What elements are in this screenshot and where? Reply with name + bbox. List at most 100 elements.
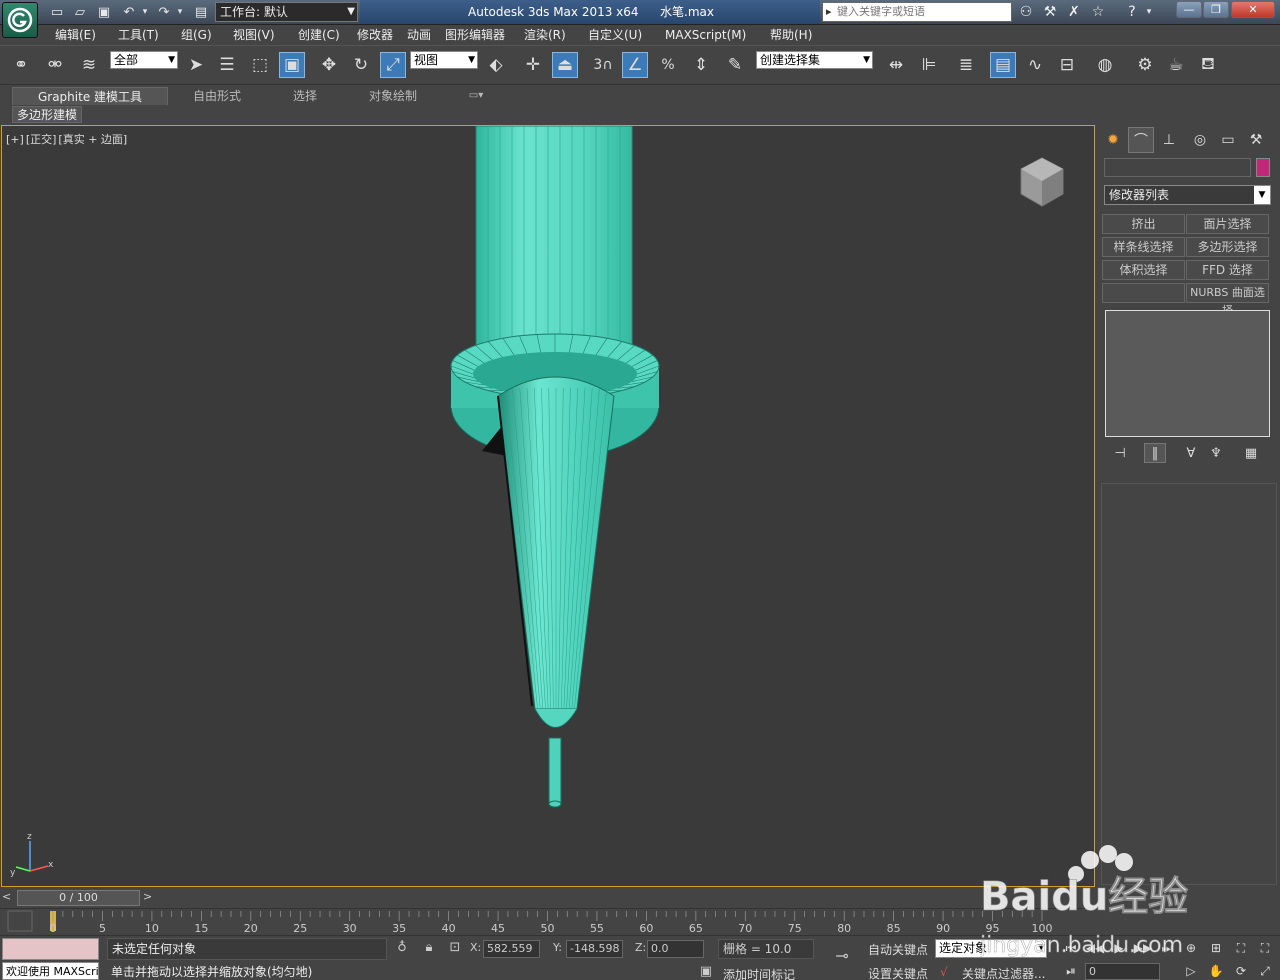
curve-editor-icon[interactable]: ∿ (1022, 52, 1048, 78)
utilities-panel-tab-icon[interactable]: ⚒ (1243, 127, 1269, 153)
close-button[interactable]: ✕ (1231, 1, 1275, 18)
help-icon[interactable]: ? (1122, 3, 1142, 21)
restore-button[interactable]: ❐ (1203, 1, 1229, 18)
modifier-button-volume-select[interactable]: 体积选择 (1102, 260, 1185, 280)
rotate-icon[interactable]: ↻ (348, 52, 374, 78)
viewport-shading-label[interactable]: [真实 + 边面] (58, 133, 127, 146)
track-bar[interactable]: 0 5 10 15 20 25 30 35 40 45 50 55 60 65 70 75 80 85 90 95 10… (0, 908, 1095, 935)
select-object-icon[interactable]: ➤ (183, 52, 209, 78)
isolate-selection-icon[interactable]: ♁ (393, 940, 411, 958)
percent-snap-icon[interactable]: % (655, 52, 681, 78)
y-coordinate-field[interactable]: -148.598 (566, 940, 623, 958)
menu-views[interactable]: 视图(V) (233, 27, 275, 43)
named-selection-select[interactable]: 创建选择集 ▼ (756, 51, 873, 69)
create-panel-tab-icon[interactable]: ✹ (1100, 127, 1126, 153)
ribbon-subtab-polygon-modeling[interactable]: 多边形建模 (12, 106, 83, 123)
undo-dropdown-icon[interactable]: ▾ (140, 4, 150, 20)
modifier-list-select[interactable]: 修改器列表 ▼ (1104, 185, 1271, 205)
key-filters-button[interactable]: 关键点过滤器... (962, 965, 1045, 980)
bind-to-space-warp-icon[interactable]: ≋ (76, 52, 102, 78)
hierarchy-panel-tab-icon[interactable]: ⊥ (1156, 127, 1182, 153)
project-folder-icon[interactable]: ▤ (192, 4, 210, 20)
new-file-icon[interactable]: ▭ (48, 4, 66, 20)
viewport-label[interactable]: [+] [正交] [真实 + 边面] (6, 131, 129, 147)
modifier-button-ffd-select[interactable]: FFD 选择 (1186, 260, 1269, 280)
angle-snap-icon[interactable]: ∠ (622, 52, 648, 78)
current-frame-field[interactable]: 0 (1085, 963, 1160, 980)
ribbon-options-icon[interactable]: ▭▾ (462, 87, 490, 105)
keyboard-shortcut-override-icon[interactable]: ⏏ (552, 52, 578, 78)
menu-create[interactable]: 创建(C) (298, 27, 340, 43)
configure-modifier-sets-icon[interactable]: ▦ (1240, 443, 1262, 463)
time-tag-icon[interactable]: ▣ (697, 964, 715, 980)
absolute-mode-transform-icon[interactable]: ⊡ (446, 940, 464, 958)
render-setup-icon[interactable]: ⚙ (1132, 52, 1158, 78)
show-end-result-icon[interactable]: ‖ (1144, 443, 1166, 463)
time-slider-prev-button[interactable]: < (2, 890, 14, 906)
set-key-icon[interactable]: ⊸ (828, 946, 856, 970)
orbit-icon[interactable]: ⟳ (1230, 961, 1252, 980)
modifier-stack-view[interactable] (1105, 310, 1270, 437)
material-editor-icon[interactable]: ◍ (1092, 52, 1118, 78)
ribbon-tab-graphite[interactable]: Graphite 建模工具 (12, 87, 168, 105)
menu-graph-editors[interactable]: 图形编辑器 (445, 27, 505, 43)
auto-key-button[interactable]: 自动关键点 (868, 941, 928, 958)
open-file-icon[interactable]: ▱ (71, 4, 89, 20)
modify-panel-tab-icon[interactable]: ⌒ (1128, 127, 1154, 153)
go-to-end-icon[interactable]: ⏭ (1156, 938, 1178, 958)
selection-filter-select[interactable]: 全部 ▼ (110, 51, 178, 69)
subscription-icon[interactable]: ⚒ (1040, 3, 1060, 21)
make-unique-icon[interactable]: ∀ (1180, 443, 1202, 463)
time-slider-next-button[interactable]: > (143, 890, 157, 906)
viewport-menu-label[interactable]: [+] (6, 133, 24, 146)
graphite-toggle-icon[interactable]: ▤ (990, 52, 1016, 78)
help-dropdown-icon[interactable]: ▾ (1144, 3, 1154, 21)
display-panel-tab-icon[interactable]: ▭ (1215, 127, 1241, 153)
snap-toggle-icon[interactable]: 3 ∩ (590, 52, 616, 78)
previous-frame-icon[interactable]: ◀◀ (1084, 938, 1106, 958)
schematic-view-icon[interactable]: ⊟ (1054, 52, 1080, 78)
zoom-all-icon[interactable]: ⊞ (1205, 938, 1227, 958)
modifier-button-nurbs-surface-select[interactable]: NURBS 曲面选择 (1186, 283, 1269, 317)
unlink-selection-icon[interactable]: ⚮ (42, 52, 68, 78)
modifier-button-poly-select[interactable]: 多边形选择 (1186, 237, 1269, 257)
reference-coordinate-select[interactable]: 视图 ▼ (410, 51, 478, 69)
next-frame-icon[interactable]: ▶▶ (1132, 938, 1154, 958)
set-key-button[interactable]: 设置关键点 (868, 965, 928, 980)
select-manipulate-icon[interactable]: ✛ (520, 52, 546, 78)
workspace-select[interactable]: 工作台: 默认 ▼ (215, 2, 358, 22)
field-of-view-icon[interactable]: ▷ (1180, 961, 1202, 980)
menu-group[interactable]: 组(G) (181, 27, 212, 43)
modifier-button-patch-select[interactable]: 面片选择 (1186, 214, 1269, 234)
key-filter-icon[interactable]: √ (940, 965, 948, 979)
redo-icon[interactable]: ↷ (155, 4, 173, 20)
maxscript-mini-listener[interactable]: 欢迎使用 MAXScri (2, 962, 99, 980)
modifier-button-extrude[interactable]: 挤出 (1102, 214, 1185, 234)
window-crossing-icon[interactable]: ▣ (279, 52, 305, 78)
minimize-button[interactable]: — (1176, 1, 1202, 18)
menu-help[interactable]: 帮助(H) (770, 27, 812, 43)
add-time-tag-label[interactable]: 添加时间标记 (723, 966, 795, 980)
zoom-extents-icon[interactable]: ⛶ (1230, 938, 1252, 958)
layer-manager-icon[interactable]: ≣ (953, 52, 979, 78)
mirror-icon[interactable]: ⇹ (883, 52, 909, 78)
motion-panel-tab-icon[interactable]: ◎ (1187, 127, 1213, 153)
menu-maxscript[interactable]: MAXScript(M) (665, 27, 746, 43)
move-icon[interactable]: ✥ (316, 52, 342, 78)
maxscript-listener[interactable] (2, 938, 99, 960)
selection-lock-icon[interactable]: 🔒︎ (420, 940, 438, 958)
edit-named-selection-icon[interactable]: ✎ (722, 52, 748, 78)
select-by-name-icon[interactable]: ☰ (214, 52, 240, 78)
align-icon[interactable]: ⊫ (916, 52, 942, 78)
remove-modifier-icon[interactable]: ♆ (1205, 443, 1227, 463)
communication-icon[interactable]: ✗ (1064, 3, 1084, 21)
scale-icon[interactable]: ⤢ (380, 52, 406, 78)
perspective-viewport[interactable]: [+] [正交] [真实 + 边面] z x y (1, 125, 1095, 887)
x-coordinate-field[interactable]: 582.559 (483, 940, 540, 958)
viewcube-icon[interactable] (1017, 156, 1067, 208)
ribbon-tab-selection[interactable]: 选择 (280, 87, 330, 105)
pan-view-icon[interactable]: ✋ (1205, 961, 1227, 980)
rendered-frame-window-icon[interactable]: ☕ (1163, 52, 1189, 78)
spinner-snap-icon[interactable]: ⇕ (688, 52, 714, 78)
menu-modifiers[interactable]: 修改器 (357, 27, 393, 43)
